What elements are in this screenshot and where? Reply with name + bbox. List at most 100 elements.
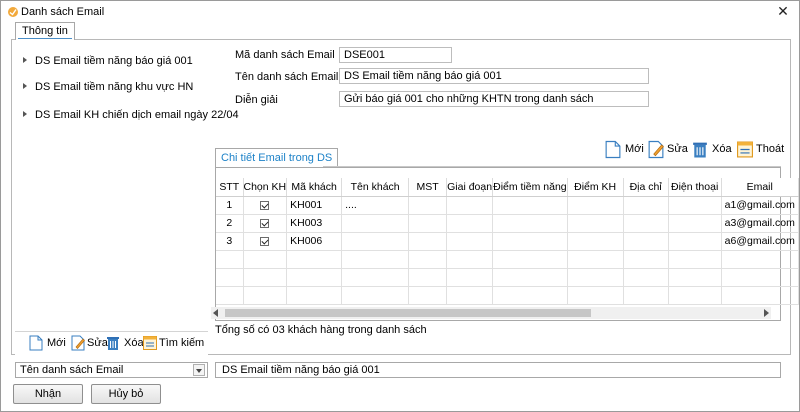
column-header[interactable]: Giai đoạn: [446, 178, 494, 197]
new-doc-icon: [29, 335, 43, 351]
scroll-right-icon[interactable]: [764, 309, 769, 317]
chevron-down-icon[interactable]: [193, 364, 205, 376]
detail-delete-button[interactable]: Xóa: [692, 138, 732, 160]
description-label: Diễn giải: [235, 94, 278, 106]
table-row[interactable]: 3 KH006 a6@gmail.com: [216, 232, 799, 251]
table-row[interactable]: 2 KH003 a3@gmail.com: [216, 214, 799, 233]
empty-row: [216, 250, 799, 269]
tree-item-3[interactable]: DS Email KH chiến dịch email ngày 22/04: [23, 107, 239, 123]
detail-grid: STT Chọn KH Mã khách Tên khách MST Giai …: [216, 178, 799, 305]
code-cell[interactable]: KH003: [286, 214, 343, 233]
tree-toolbar: Mới Sửa Xóa Tìm kiếm: [15, 331, 208, 353]
code-cell[interactable]: KH006: [286, 232, 343, 251]
tree-item-label: DS Email tiềm năng báo giá 001: [35, 55, 193, 67]
select-checkbox[interactable]: [260, 236, 270, 246]
potential-score-cell[interactable]: [492, 214, 568, 233]
potential-score-cell[interactable]: [492, 196, 568, 215]
tab-detail-emails[interactable]: Chi tiết Email trong DS: [215, 148, 339, 167]
stt-cell: 1: [216, 196, 244, 215]
tree-item-2[interactable]: DS Email tiềm năng khu vực HN: [23, 79, 193, 95]
new-doc-icon: [605, 140, 621, 159]
stage-cell[interactable]: [446, 232, 494, 251]
empty-row: [216, 286, 799, 305]
detail-exit-label: Thoát: [756, 143, 785, 155]
tab-info[interactable]: Thông tin: [15, 22, 75, 40]
grid-summary: Tổng số có 03 khách hàng trong danh sách: [215, 324, 427, 336]
detail-new-label: Mới: [625, 143, 644, 155]
code-cell[interactable]: KH001: [286, 196, 343, 215]
tax-cell[interactable]: [408, 232, 448, 251]
tax-cell[interactable]: [408, 214, 448, 233]
tree-search-button[interactable]: Tìm kiếm: [143, 332, 205, 354]
customer-score-cell[interactable]: [567, 196, 624, 215]
email-cell[interactable]: a6@gmail.com: [721, 232, 799, 251]
search-field-select[interactable]: Tên danh sách Email: [15, 362, 208, 378]
title-bar: Danh sách Email ✕: [1, 1, 799, 23]
tree-item-1[interactable]: DS Email tiềm năng báo giá 001: [23, 53, 193, 69]
select-checkbox[interactable]: [260, 200, 270, 210]
horizontal-scrollbar[interactable]: [211, 307, 771, 319]
potential-score-cell[interactable]: [492, 232, 568, 251]
address-cell[interactable]: [623, 214, 669, 233]
expand-arrow-icon[interactable]: [23, 83, 27, 90]
column-header[interactable]: Mã khách: [286, 178, 343, 197]
tree-item-label: DS Email tiềm năng khu vực HN: [35, 81, 194, 93]
trash-icon: [107, 337, 119, 350]
column-header[interactable]: Điểm KH: [567, 178, 624, 197]
exit-icon: [737, 141, 753, 158]
close-icon: ✕: [777, 3, 789, 19]
stt-cell: 3: [216, 232, 244, 251]
name-cell[interactable]: [341, 214, 410, 233]
column-header[interactable]: STT: [216, 178, 244, 197]
expand-arrow-icon[interactable]: [23, 111, 27, 118]
column-header[interactable]: Điểm tiềm năng: [492, 178, 568, 197]
empty-row: [216, 268, 799, 287]
column-header[interactable]: MST: [408, 178, 448, 197]
column-header[interactable]: Email: [721, 178, 799, 197]
name-cell[interactable]: ....: [341, 196, 410, 215]
tree-search-label: Tìm kiếm: [159, 337, 205, 349]
column-header[interactable]: Tên khách: [341, 178, 410, 197]
column-header[interactable]: Điện thoại: [668, 178, 722, 197]
customer-score-cell[interactable]: [567, 214, 624, 233]
scroll-left-icon[interactable]: [213, 309, 218, 317]
phone-cell[interactable]: [668, 214, 722, 233]
grid-header-row: STT Chọn KH Mã khách Tên khách MST Giai …: [216, 178, 799, 197]
cancel-button[interactable]: Hủy bỏ: [91, 384, 161, 404]
name-cell[interactable]: [341, 232, 410, 251]
detail-edit-button[interactable]: Sửa: [648, 138, 688, 160]
phone-cell[interactable]: [668, 232, 722, 251]
customer-score-cell[interactable]: [567, 232, 624, 251]
code-field[interactable]: DSE001: [339, 47, 452, 63]
stage-cell[interactable]: [446, 214, 494, 233]
search-list-icon: [143, 336, 157, 350]
search-value-field[interactable]: DS Email tiềm năng báo giá 001: [215, 362, 781, 378]
tree-new-button[interactable]: Mới: [29, 332, 73, 354]
detail-edit-label: Sửa: [667, 143, 688, 155]
tax-cell[interactable]: [408, 196, 448, 215]
dialog-window: Danh sách Email ✕ Thông tin DS Email tiề…: [0, 0, 800, 412]
stage-cell[interactable]: [446, 196, 494, 215]
detail-exit-button[interactable]: Thoát: [737, 138, 785, 160]
column-header[interactable]: Chọn KH: [243, 178, 288, 197]
address-cell[interactable]: [623, 232, 669, 251]
tree-new-label: Mới: [47, 337, 66, 349]
window-title: Danh sách Email: [21, 6, 105, 18]
select-checkbox[interactable]: [260, 218, 270, 228]
email-cell[interactable]: a1@gmail.com: [721, 196, 799, 215]
description-field[interactable]: Gửi báo giá 001 cho những KHTN trong dan…: [339, 91, 649, 107]
phone-cell[interactable]: [668, 196, 722, 215]
tree-item-label: DS Email KH chiến dịch email ngày 22/04: [35, 109, 239, 121]
column-header[interactable]: Địa chỉ: [623, 178, 669, 197]
email-cell[interactable]: a3@gmail.com: [721, 214, 799, 233]
name-field[interactable]: DS Email tiềm năng báo giá 001: [339, 68, 649, 84]
table-row[interactable]: 1 KH001 .... a1@gmail.com: [216, 196, 799, 215]
expand-arrow-icon[interactable]: [23, 57, 27, 64]
select-value: Tên danh sách Email: [20, 364, 124, 376]
address-cell[interactable]: [623, 196, 669, 215]
close-button[interactable]: ✕: [775, 3, 791, 19]
scroll-thumb[interactable]: [225, 309, 591, 317]
detail-new-button[interactable]: Mới: [605, 138, 645, 160]
name-label: Tên danh sách Email: [235, 71, 339, 83]
ok-button[interactable]: Nhận: [13, 384, 83, 404]
